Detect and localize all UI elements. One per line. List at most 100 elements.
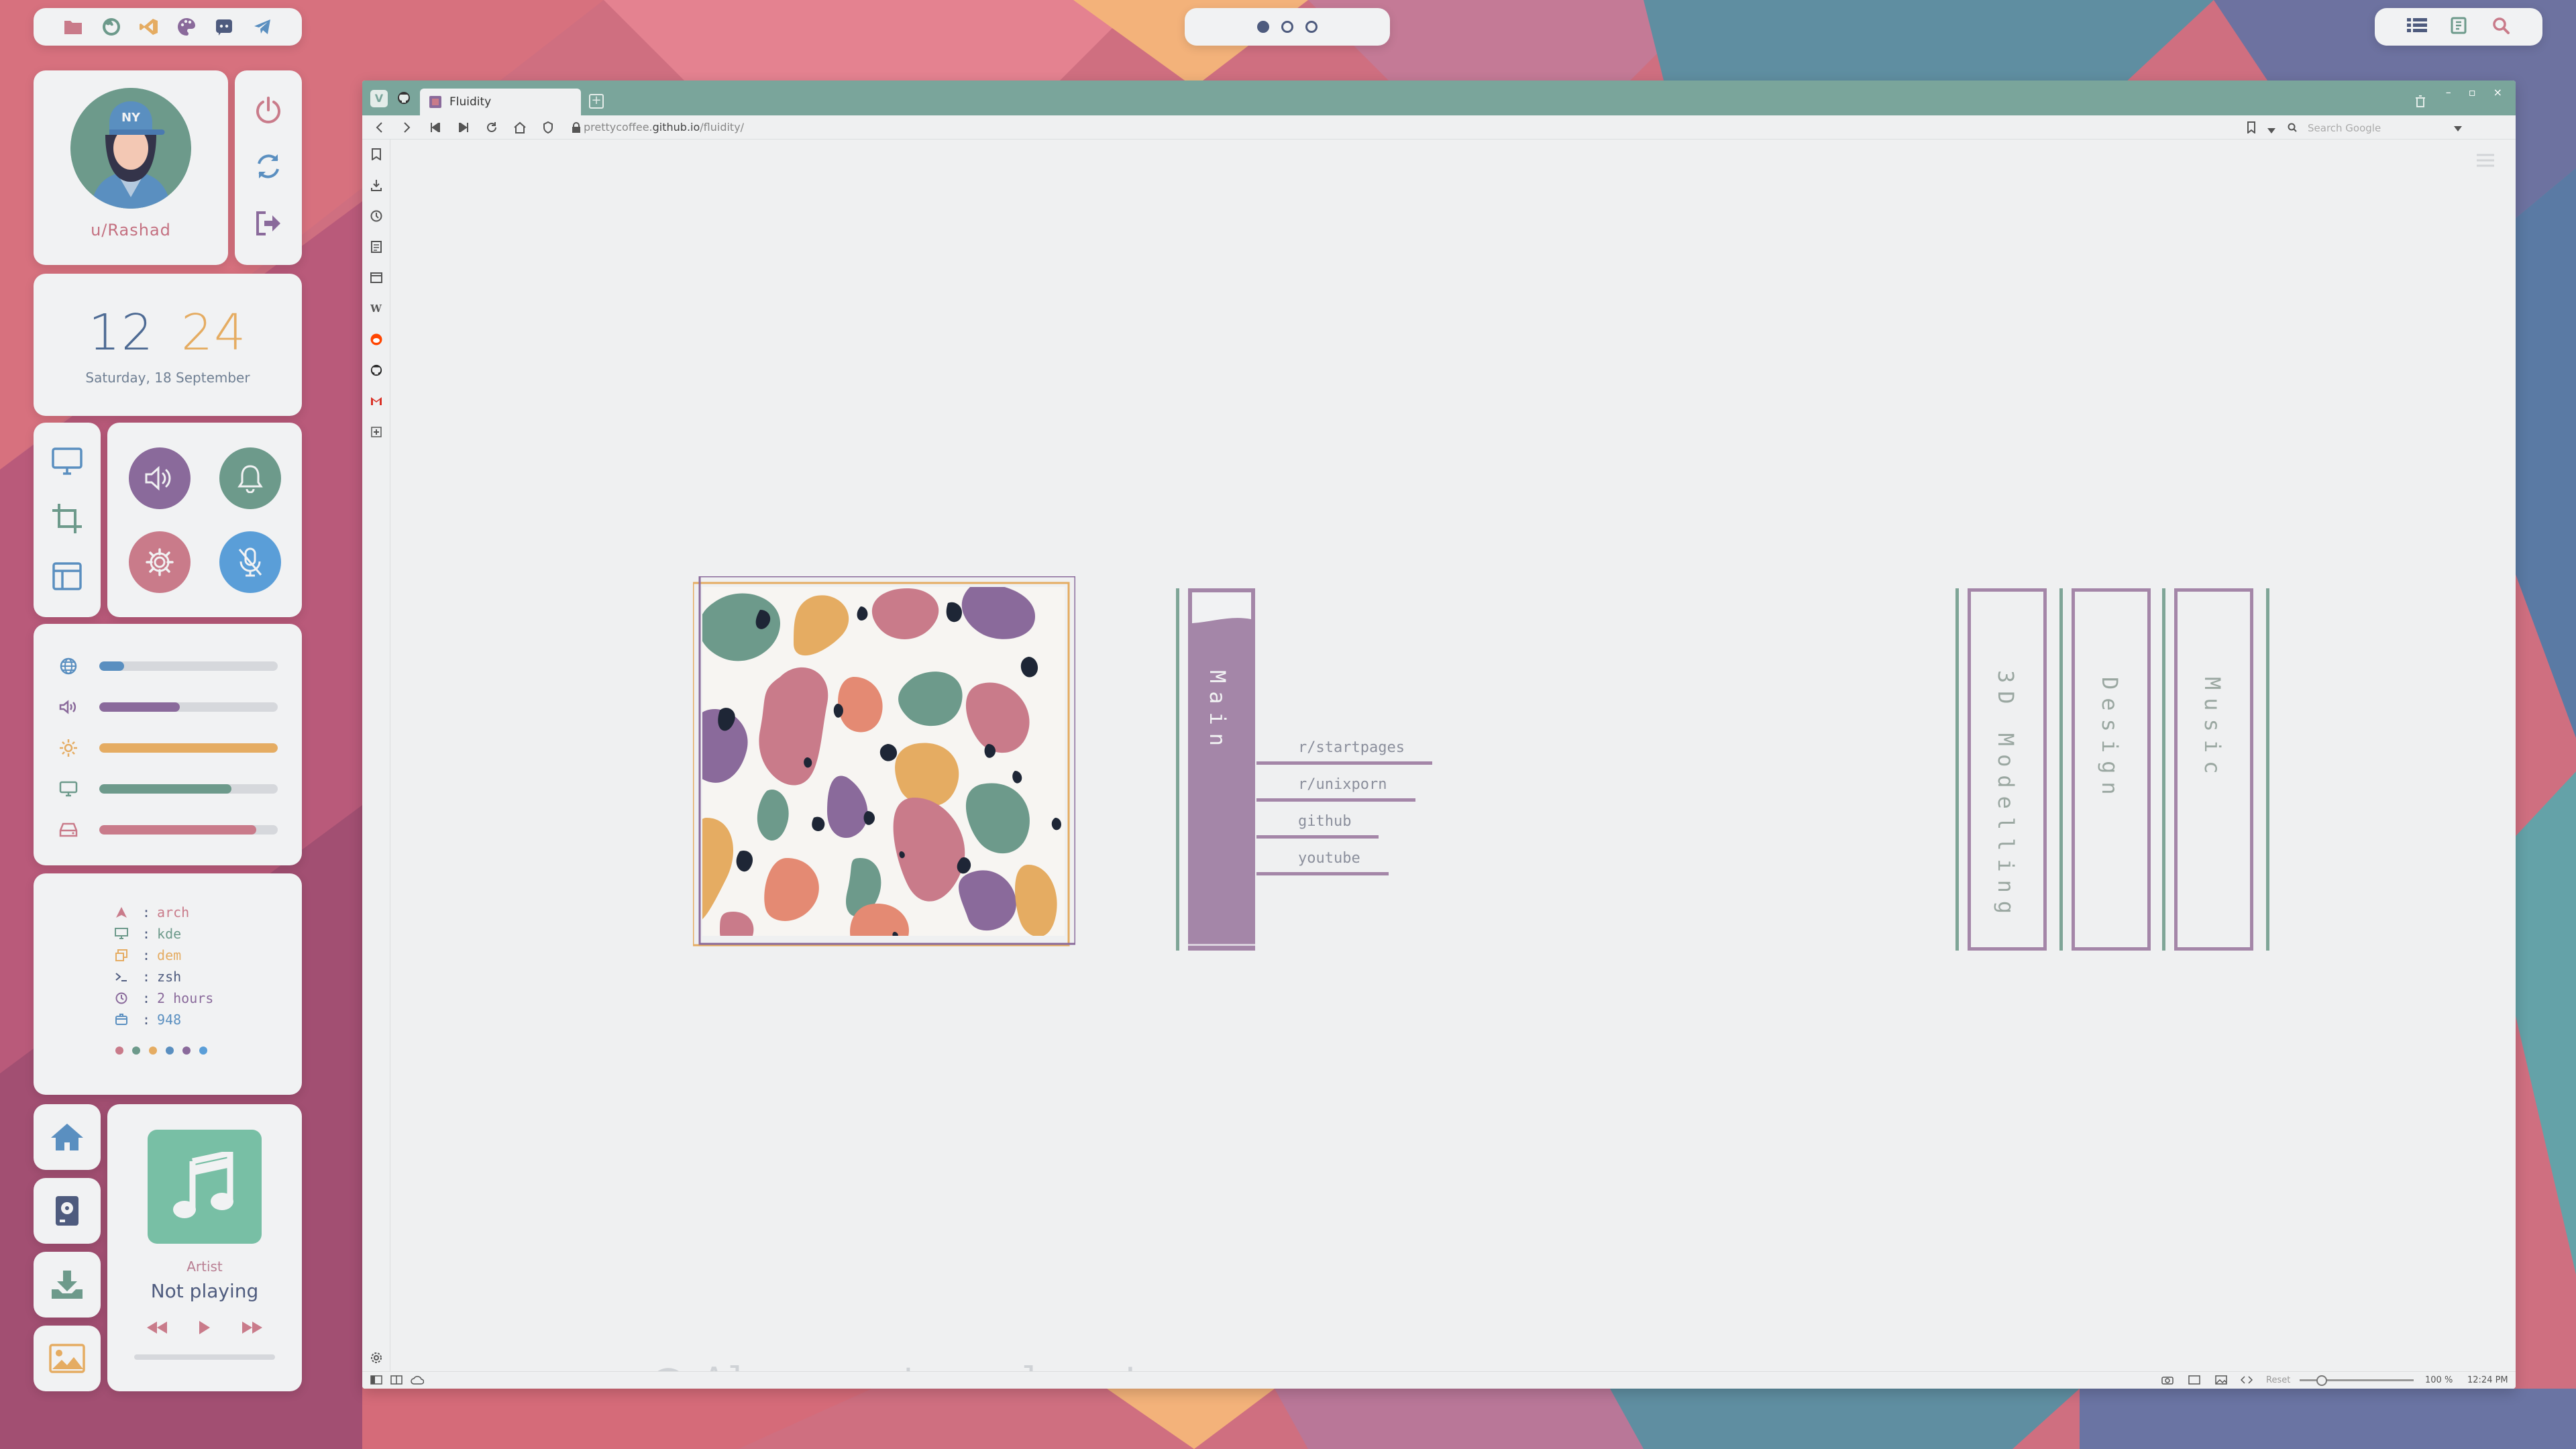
volume-slider[interactable] — [99, 702, 278, 712]
palette-icon[interactable] — [175, 15, 198, 38]
window-panel-icon[interactable] — [369, 270, 384, 286]
trash-icon[interactable] — [2415, 95, 2426, 110]
folder-icon[interactable] — [62, 15, 85, 38]
volume-button[interactable] — [128, 447, 191, 509]
reddit-icon[interactable] — [369, 331, 384, 347]
notes-panel-icon[interactable] — [369, 239, 384, 255]
url-dropdown-icon[interactable] — [2267, 123, 2275, 136]
settings-icon — [145, 547, 174, 576]
monitor-icon[interactable] — [51, 447, 83, 479]
disk-drive-icon — [56, 1196, 78, 1226]
github-tab-icon[interactable] — [397, 91, 411, 107]
sysinfo-separator: : — [142, 904, 151, 920]
minimize-icon[interactable]: – — [2446, 86, 2451, 99]
shield-icon[interactable] — [541, 120, 555, 135]
crop-icon[interactable] — [51, 502, 83, 537]
panel-settings-icon[interactable] — [369, 1350, 384, 1366]
downloads-panel-icon[interactable] — [369, 177, 384, 193]
tab-tiling-icon[interactable] — [390, 1375, 402, 1387]
home-button[interactable] — [34, 1104, 101, 1170]
download-button[interactable] — [34, 1252, 101, 1318]
rewind-icon[interactable] — [428, 120, 443, 135]
workspace-dot-1[interactable] — [1257, 21, 1269, 33]
tab-fluidity[interactable]: Fluidity — [420, 89, 581, 115]
fast-forward-icon[interactable] — [456, 120, 471, 135]
link-r-unixporn[interactable]: r/unixporn — [1298, 776, 1387, 793]
link-r-startpages[interactable]: r/startpages — [1298, 739, 1405, 756]
layout-icon[interactable] — [52, 561, 83, 594]
new-tab-button[interactable]: + — [589, 94, 604, 109]
notes-icon[interactable] — [2450, 16, 2469, 38]
microphone-button[interactable] — [219, 531, 281, 593]
globe-icon — [58, 655, 79, 677]
power-icon[interactable] — [254, 95, 283, 127]
list-icon[interactable] — [2407, 17, 2427, 37]
page-actions-icon[interactable] — [2240, 1375, 2253, 1387]
cap-text: NY — [121, 111, 141, 125]
image-viewer-button[interactable] — [34, 1326, 101, 1391]
history-panel-icon[interactable] — [369, 208, 384, 224]
disk-drive-button[interactable] — [34, 1178, 101, 1244]
firefox-icon[interactable] — [100, 15, 123, 38]
palette-dot — [132, 1046, 140, 1055]
previous-icon[interactable] — [147, 1322, 167, 1336]
main-category[interactable] — [1176, 588, 1255, 951]
play-icon[interactable] — [199, 1321, 210, 1337]
monitor-icon — [113, 928, 130, 940]
url-field[interactable]: prettycoffee.github.io/fluidity/ — [584, 121, 744, 133]
panel-toggle-icon[interactable] — [370, 1375, 382, 1387]
gmail-icon[interactable] — [369, 393, 384, 409]
sun-slider[interactable] — [99, 743, 278, 753]
package-icon — [113, 1014, 130, 1026]
search-field[interactable]: Search Google — [2288, 121, 2462, 136]
globe-slider[interactable] — [99, 661, 278, 671]
link-underline — [1256, 798, 1415, 802]
slider-row — [58, 686, 278, 727]
add-panel-icon[interactable] — [369, 424, 384, 440]
vivaldi-menu-icon[interactable]: V — [370, 90, 388, 107]
monitor-slider[interactable] — [99, 784, 278, 794]
next-icon[interactable] — [242, 1322, 262, 1336]
link-youtube[interactable]: youtube — [1298, 850, 1360, 867]
wikipedia-icon[interactable]: W — [369, 301, 384, 317]
zoom-slider-handle[interactable] — [2316, 1375, 2327, 1386]
home-page-icon[interactable] — [513, 120, 527, 135]
images-toggle-icon[interactable] — [2215, 1375, 2227, 1387]
menu-icon[interactable] — [2477, 154, 2494, 170]
disk-slider[interactable] — [99, 824, 278, 835]
reload-icon[interactable] — [484, 120, 499, 135]
music-progress[interactable] — [134, 1354, 275, 1360]
discord-icon[interactable] — [213, 15, 235, 38]
zoom-reset[interactable]: Reset — [2266, 1375, 2290, 1385]
quick-settings — [107, 423, 302, 617]
logout-icon[interactable] — [254, 209, 283, 241]
vscode-icon[interactable] — [138, 15, 160, 38]
settings-button[interactable] — [128, 531, 191, 593]
maximize-icon[interactable]: ▫ — [2469, 86, 2476, 99]
close-icon[interactable]: × — [2493, 86, 2502, 99]
clock-icon — [113, 992, 130, 1004]
search-dropdown-icon[interactable] — [2454, 122, 2462, 134]
url-path: /fluidity/ — [700, 121, 745, 133]
back-icon[interactable] — [372, 120, 386, 135]
workspace-dot-3[interactable] — [1305, 21, 1318, 33]
bookmark-icon[interactable] — [2247, 121, 2255, 136]
bookmarks-panel-icon[interactable] — [369, 146, 384, 162]
restart-icon[interactable] — [254, 152, 283, 184]
status-bar: Reset 100 % 12:24 PM — [362, 1371, 2516, 1389]
sysinfo-row: : dem — [113, 945, 302, 966]
decorative-artwork — [692, 575, 1077, 952]
link-github[interactable]: github — [1298, 813, 1351, 830]
search-icon[interactable] — [2491, 16, 2510, 38]
telegram-icon[interactable] — [251, 15, 274, 38]
main-label: Main — [1205, 670, 1230, 755]
forward-icon[interactable] — [400, 120, 415, 135]
cloud-sync-icon[interactable] — [411, 1375, 425, 1387]
workspace-dot-2[interactable] — [1281, 21, 1293, 33]
github-panel-icon[interactable] — [369, 362, 384, 378]
notifications-button[interactable] — [219, 447, 281, 509]
lock-icon[interactable] — [569, 120, 584, 135]
disk-icon — [58, 819, 79, 841]
page-tiling-icon[interactable] — [2188, 1375, 2200, 1387]
capture-icon[interactable] — [2161, 1375, 2174, 1387]
